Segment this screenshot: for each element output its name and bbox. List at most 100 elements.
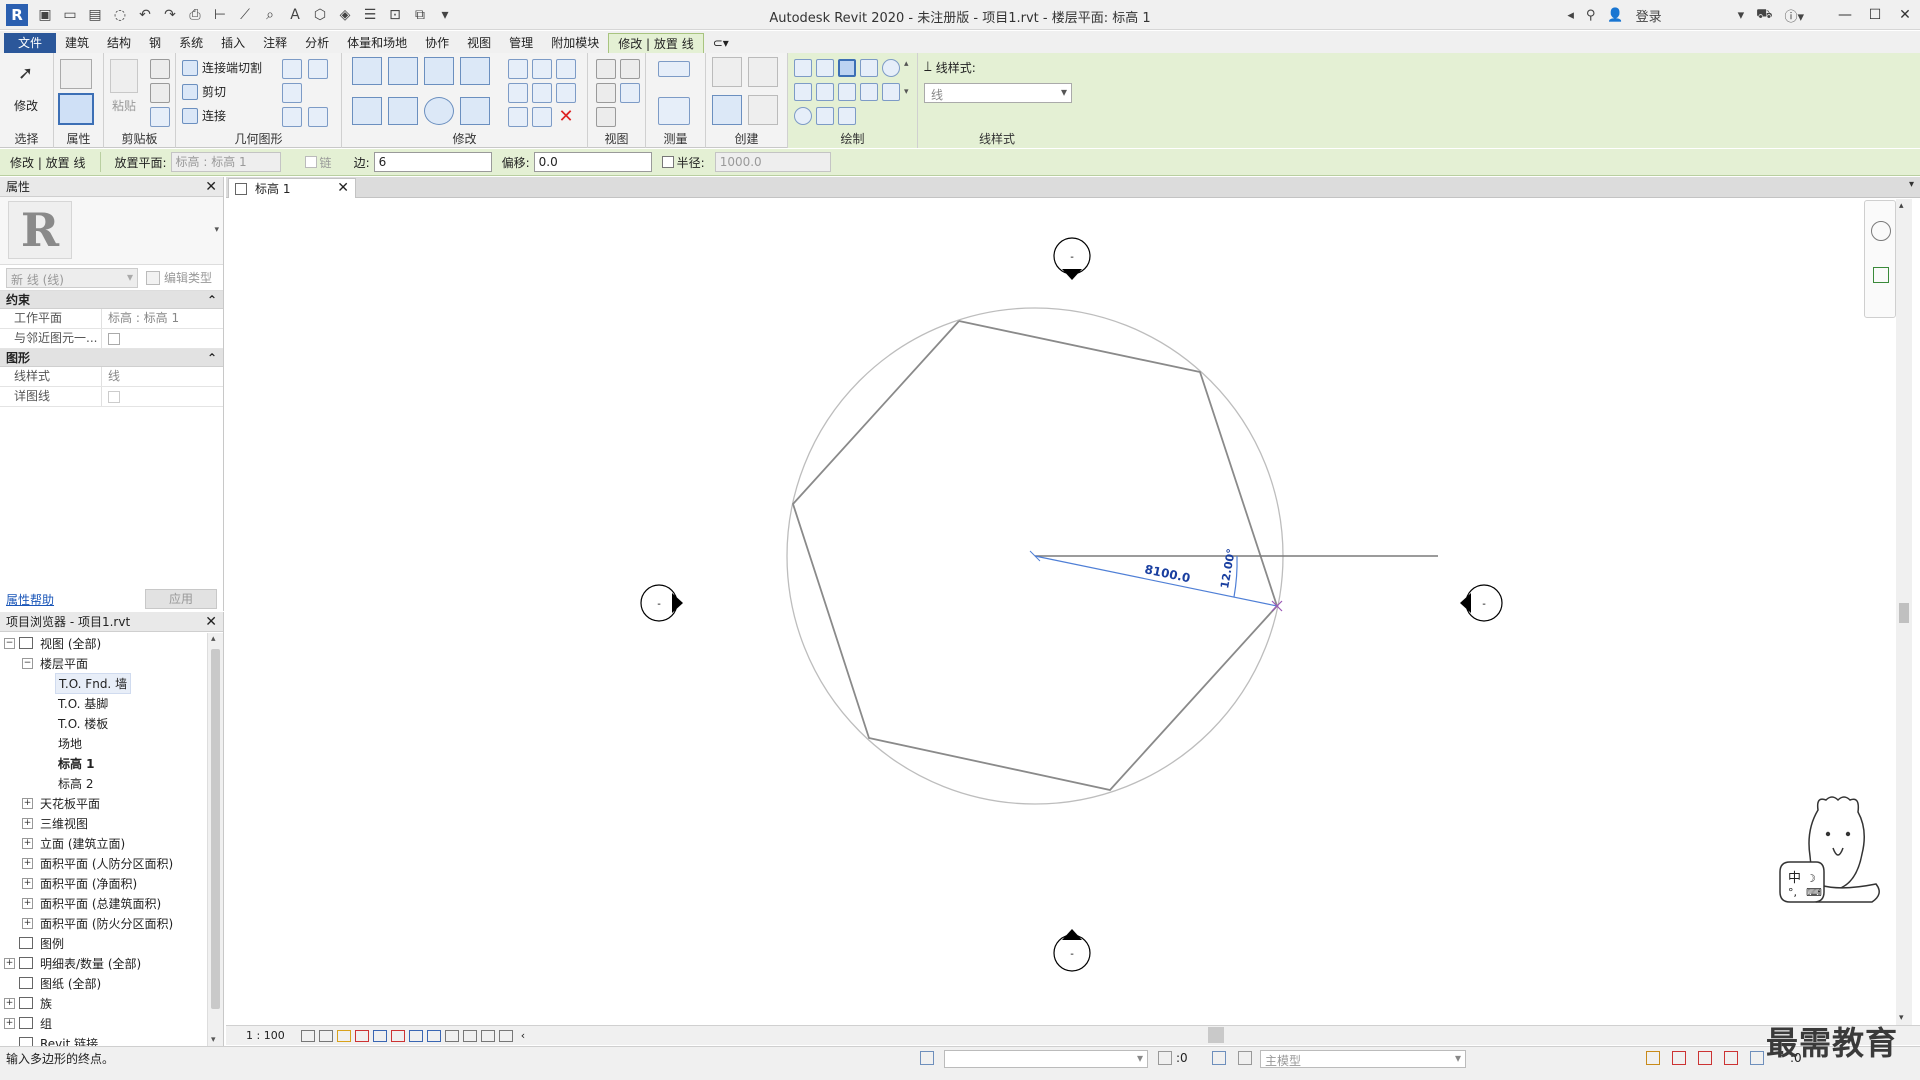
scale-icon[interactable]: [532, 83, 552, 103]
split-face-icon[interactable]: [282, 59, 302, 79]
move-icon[interactable]: [352, 97, 382, 125]
align-icon[interactable]: [352, 57, 382, 85]
arc-start-end-icon[interactable]: [794, 83, 812, 101]
fillet-arc-icon[interactable]: [860, 83, 878, 101]
circumscribed-polygon-icon[interactable]: [860, 59, 878, 77]
view-tab-level-1[interactable]: 标高 1 ✕: [228, 178, 356, 198]
select-links-icon[interactable]: [1646, 1051, 1660, 1065]
tab-systems[interactable]: 系统: [170, 33, 212, 53]
tab-insert[interactable]: 插入: [212, 33, 254, 53]
rotate-icon[interactable]: [424, 97, 454, 125]
arc-tangent-icon[interactable]: [838, 83, 856, 101]
constraints-icon[interactable]: [498, 1029, 513, 1042]
trim-single-icon[interactable]: [532, 107, 552, 127]
help-icon[interactable]: ⓘ▾: [1784, 6, 1804, 25]
collapse-icon[interactable]: ⌃: [207, 293, 217, 307]
remove-paint-icon[interactable]: [308, 107, 328, 127]
mirror-axis-icon[interactable]: [424, 57, 454, 85]
switch-windows-icon[interactable]: ⧉: [409, 4, 431, 26]
drawing-canvas[interactable]: - - - - 8100.0 12.00°: [226, 199, 1896, 1025]
select-underlay-icon[interactable]: [1672, 1051, 1686, 1065]
rectangle-draw-icon[interactable]: [816, 59, 834, 77]
move-with-nearby-checkbox[interactable]: [108, 333, 120, 345]
match-type-icon[interactable]: [150, 107, 170, 127]
sun-path-icon[interactable]: [336, 1029, 351, 1042]
scroll-down-icon[interactable]: ▾: [211, 1035, 216, 1045]
temporary-view-icon[interactable]: [462, 1029, 477, 1042]
angle-dimension-text[interactable]: 12.00°: [1218, 548, 1238, 590]
browser-node[interactable]: 场地: [0, 733, 206, 753]
close-icon[interactable]: ✕: [205, 179, 217, 195]
open-icon[interactable]: ▭: [59, 4, 81, 26]
trim-extend-icon[interactable]: [460, 97, 490, 125]
paint-icon[interactable]: [282, 107, 302, 127]
thin-lines-icon[interactable]: ☰: [359, 4, 381, 26]
browser-node[interactable]: T.O. Fnd. 墙: [0, 672, 206, 694]
prop-value[interactable]: 线: [102, 367, 223, 386]
elevation-marker-south[interactable]: -: [1053, 929, 1091, 972]
browser-node[interactable]: + 面积平面 (人防分区面积): [0, 853, 206, 873]
drawing-svg[interactable]: - - - - 8100.0 12.00°: [226, 199, 1896, 1025]
reveal-hidden-icon[interactable]: [426, 1029, 441, 1042]
ellipse-icon[interactable]: [794, 107, 812, 125]
home-icon[interactable]: ▣: [34, 4, 56, 26]
visual-style-icon[interactable]: [318, 1029, 333, 1042]
radius-dimension-text[interactable]: 8100.0: [1143, 562, 1191, 585]
tab-view[interactable]: 视图: [458, 33, 500, 53]
revit-logo[interactable]: R: [6, 3, 28, 26]
dimension-icon[interactable]: ⟋: [234, 4, 256, 26]
zoom-region-icon[interactable]: [1873, 267, 1889, 283]
browser-node[interactable]: T.O. 楼板: [0, 713, 206, 733]
analytical-model-icon[interactable]: [480, 1029, 495, 1042]
worksharing-display-icon[interactable]: [444, 1029, 459, 1042]
collapse-icon[interactable]: −: [4, 637, 15, 649]
measure-between-icon[interactable]: [658, 61, 690, 77]
tab-annotate[interactable]: 注释: [254, 33, 296, 53]
thin-lines-toggle-icon[interactable]: [620, 83, 640, 103]
pin-icon[interactable]: [556, 83, 576, 103]
pick-lines-icon[interactable]: [838, 107, 856, 125]
collapse-icon[interactable]: ⌃: [207, 351, 217, 365]
inscribed-polygon-icon[interactable]: [838, 59, 856, 77]
browser-node[interactable]: + 组: [0, 1013, 206, 1033]
offset-icon[interactable]: [388, 57, 418, 85]
print-icon[interactable]: ⎙: [184, 4, 206, 26]
join-button[interactable]: 连接: [182, 107, 226, 124]
tab-analyze[interactable]: 分析: [296, 33, 338, 53]
tag-icon[interactable]: ⌕: [259, 4, 281, 26]
tab-file[interactable]: 文件: [4, 33, 57, 53]
cart-icon[interactable]: ⛟: [1756, 7, 1772, 24]
select-pinned-icon[interactable]: [1698, 1051, 1712, 1065]
browser-node[interactable]: 标高 1: [0, 753, 206, 773]
properties-toggle-icon[interactable]: [58, 93, 94, 125]
chevron-down-icon[interactable]: ▾: [214, 225, 219, 235]
group-select-label[interactable]: 选择: [0, 130, 53, 147]
properties-help-link[interactable]: 属性帮助: [6, 591, 54, 608]
chevron-left-icon[interactable]: ◂: [1567, 8, 1574, 23]
crop-view-icon[interactable]: [372, 1029, 387, 1042]
arc-center-icon[interactable]: [816, 83, 834, 101]
login-link[interactable]: 登录: [1636, 6, 1662, 25]
close-window-button[interactable]: ✕: [1890, 0, 1920, 30]
expand-icon[interactable]: +: [22, 797, 33, 809]
scroll-down-icon[interactable]: ▾: [1899, 1013, 1904, 1023]
view-scale[interactable]: 1 : 100: [246, 1029, 285, 1042]
close-icon[interactable]: ✕: [205, 614, 217, 630]
sync-icon[interactable]: ◌: [109, 4, 131, 26]
expand-icon[interactable]: +: [22, 877, 33, 889]
trim-multiple-icon[interactable]: [508, 107, 528, 127]
mirror-draw-icon[interactable]: [460, 57, 490, 85]
radius-checkbox[interactable]: [661, 156, 674, 168]
canvas-hscroll-thumb[interactable]: [1208, 1027, 1224, 1043]
browser-node[interactable]: + 面积平面 (净面积): [0, 873, 206, 893]
browser-node[interactable]: + 立面 (建筑立面): [0, 833, 206, 853]
tab-massing-site[interactable]: 体量和场地: [338, 33, 416, 53]
browser-node[interactable]: + 面积平面 (总建筑面积): [0, 893, 206, 913]
unpin-icon[interactable]: [556, 59, 576, 79]
expand-icon[interactable]: +: [4, 1017, 15, 1029]
browser-node[interactable]: + 三维视图: [0, 813, 206, 833]
cut-join-button[interactable]: 连接端切割: [182, 59, 262, 76]
copy-element-icon[interactable]: [388, 97, 418, 125]
browser-node[interactable]: 标高 2: [0, 773, 206, 793]
browser-node[interactable]: + 面积平面 (防火分区面积): [0, 913, 206, 933]
